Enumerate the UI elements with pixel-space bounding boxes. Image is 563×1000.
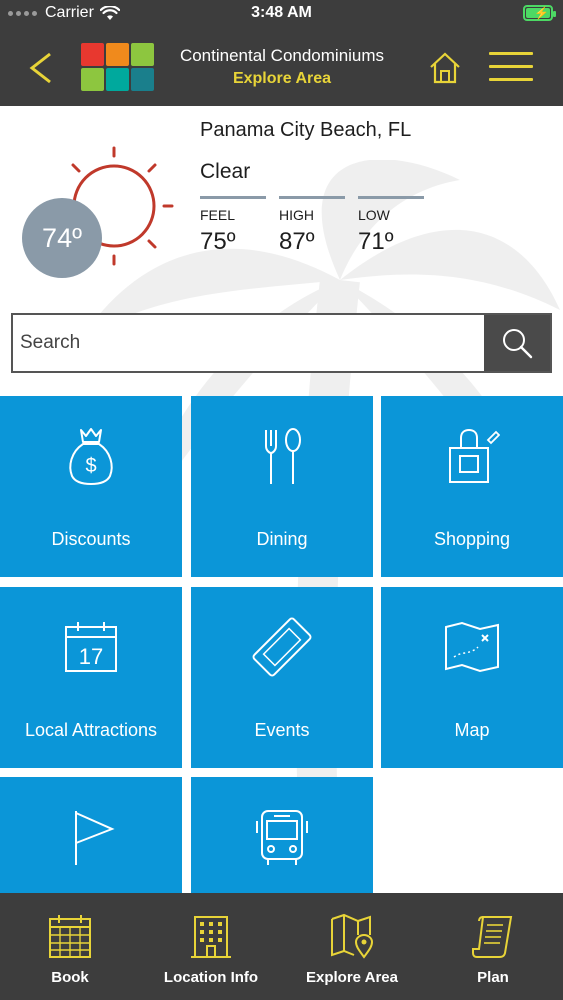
- calendar-grid-icon: [49, 915, 91, 958]
- tab-label: Location Info: [163, 969, 259, 986]
- search-button[interactable]: [484, 315, 550, 371]
- search-icon: [503, 329, 533, 359]
- tile-shopping[interactable]: Shopping: [381, 396, 563, 577]
- bus-icon: [256, 810, 308, 865]
- logo-square: [81, 68, 104, 91]
- tab-label: Explore Area: [306, 969, 398, 986]
- weather-condition: Clear: [200, 160, 251, 183]
- stat-high: HIGH 87º: [279, 196, 345, 256]
- tile-label: Discounts: [51, 529, 131, 549]
- stat-value: 75º: [200, 228, 236, 255]
- status-time: 3:48 AM: [251, 4, 312, 21]
- building-icon: [191, 916, 231, 958]
- tile-flag[interactable]: [0, 777, 182, 893]
- hamburger-menu-icon[interactable]: [489, 50, 533, 84]
- home-icon[interactable]: [427, 50, 463, 86]
- stat-low: LOW 71º: [358, 196, 424, 256]
- tab-plan[interactable]: Plan: [423, 893, 563, 1000]
- tile-local-attractions[interactable]: 17 Local Attractions: [0, 587, 182, 768]
- calendar-day-number: 17: [79, 644, 103, 669]
- logo-square: [131, 43, 154, 66]
- stat-label: LOW: [358, 207, 390, 223]
- tile-label: Shopping: [433, 529, 511, 549]
- map-icon: [445, 621, 499, 673]
- logo-square: [106, 43, 129, 66]
- stat-value: 71º: [358, 228, 394, 255]
- tab-location-info[interactable]: Location Info: [141, 893, 281, 1000]
- weather-location: Panama City Beach, FL: [200, 119, 412, 141]
- back-chevron-icon[interactable]: [24, 48, 60, 88]
- tile-map[interactable]: Map: [381, 587, 563, 768]
- brand-logo: [81, 43, 157, 91]
- top-bar: Carrier 3:48 AM ⚡ Continental Condominiu…: [0, 0, 563, 106]
- tab-explore-area[interactable]: Explore Area: [282, 893, 422, 1000]
- tile-events[interactable]: Events: [191, 587, 373, 768]
- search-bar: [11, 313, 552, 373]
- tile-label: Events: [254, 720, 310, 740]
- tab-book[interactable]: Book: [0, 893, 140, 1000]
- tile-label: Local Attractions: [24, 720, 158, 740]
- money-bag-icon: $: [69, 428, 113, 486]
- tile-discounts[interactable]: $ Discounts: [0, 396, 182, 577]
- scroll-icon: [472, 916, 513, 958]
- logo-square: [81, 43, 104, 66]
- map-pin-icon: [331, 913, 374, 959]
- logo-square: [131, 68, 154, 91]
- header-subtitle: Explore Area: [232, 70, 332, 87]
- tab-label: Book: [51, 969, 89, 986]
- current-temperature: 74º: [22, 198, 102, 278]
- calendar-icon: 17: [65, 622, 117, 672]
- tile-label: Map: [454, 720, 490, 740]
- stat-value: 87º: [279, 228, 315, 255]
- bottom-tab-bar: Book Location Info Explore Area Plan: [0, 893, 563, 1000]
- header-title: Continental Condominiums: [179, 46, 385, 65]
- status-bar: Carrier 3:48 AM ⚡: [0, 0, 563, 28]
- logo-square: [106, 68, 129, 91]
- flag-icon: [75, 811, 115, 865]
- shopping-bag-icon: [449, 428, 500, 483]
- stat-feel: FEEL 75º: [200, 196, 266, 256]
- tab-label: Plan: [477, 969, 509, 986]
- stat-label: HIGH: [279, 207, 314, 223]
- tile-transportation[interactable]: [191, 777, 373, 893]
- svg-text:$: $: [85, 455, 96, 477]
- fork-spoon-icon: [265, 428, 301, 484]
- tile-label: Dining: [256, 529, 308, 549]
- ticket-icon: [252, 617, 312, 677]
- search-input[interactable]: [13, 315, 485, 371]
- stat-label: FEEL: [200, 207, 236, 223]
- battery-icon: ⚡: [523, 5, 556, 21]
- tile-dining[interactable]: Dining: [191, 396, 373, 577]
